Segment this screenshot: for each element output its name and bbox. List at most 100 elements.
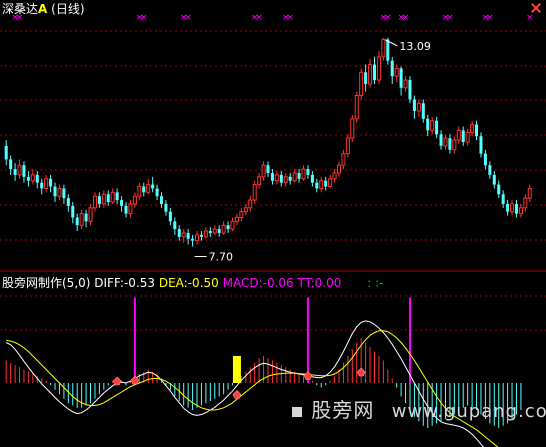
low-price-label: 7.70: [209, 251, 234, 264]
candle-body: [372, 64, 377, 81]
top-signal-markers: ×× ×× ×× ×× ×× ×× ×× ×× ×× ×: [11, 13, 533, 23]
candle-body: [523, 197, 528, 209]
chart-title: 深桑达A (日线): [2, 2, 85, 16]
candle-body: [181, 232, 186, 238]
stock-name: 深桑达: [2, 2, 39, 16]
candle-body: [332, 172, 337, 180]
candle-body: [9, 159, 13, 170]
cross-marker-icon: [303, 371, 313, 380]
top-marker: ×: [526, 13, 534, 23]
candle-body: [194, 234, 200, 242]
candle-body: [426, 118, 430, 131]
candle-body: [79, 213, 84, 226]
candle-body: [416, 102, 421, 112]
candle-body: [13, 169, 17, 175]
candle-body: [306, 169, 310, 175]
candle-body: [106, 194, 110, 202]
watermark-logo-icon: [292, 407, 302, 417]
candle-body: [328, 178, 333, 188]
candle-body: [88, 207, 93, 222]
stock-chart-window[interactable]: × × × × × × × × × × × × × × × × × × × 13.09 7.70 深桑达A (日线) …: [0, 0, 546, 447]
candle-body: [297, 172, 301, 179]
candle-body: [40, 182, 44, 189]
candle-body: [252, 184, 257, 201]
candle-body: [22, 165, 26, 177]
candle-body: [177, 229, 181, 237]
candle-body: [30, 174, 35, 182]
candle-body: [288, 176, 292, 181]
macd-value: MACD:-0.06: [222, 276, 294, 290]
candle-body: [497, 184, 501, 195]
candle-body: [44, 178, 49, 189]
candle-body: [475, 124, 479, 137]
candle-body: [173, 221, 177, 230]
candle-body: [257, 176, 262, 186]
candle-body: [243, 207, 248, 213]
cross-marker-icon: [356, 367, 366, 377]
candle-body: [261, 164, 266, 178]
candle-body: [212, 228, 217, 234]
candle-body: [310, 174, 314, 183]
candle-body: [341, 153, 346, 166]
candle-body: [26, 176, 30, 181]
candle-body: [266, 165, 270, 173]
chart-canvas[interactable]: ×× ×× ×× ×× ×× ×× ×× ×× ×× × 13.097.70: [0, 0, 546, 447]
candle-body: [110, 191, 115, 203]
candle-body: [66, 198, 70, 206]
candlestick-series[interactable]: [4, 37, 532, 247]
top-marker: ×: [486, 13, 494, 23]
indicator-dots: : :-: [367, 276, 384, 290]
candle-body: [368, 64, 373, 85]
candle-body: [412, 99, 416, 112]
candle-body: [506, 203, 510, 212]
signal-bar: [232, 356, 241, 383]
top-marker: ×: [184, 13, 192, 23]
candle-body: [483, 153, 487, 166]
indicator-lines: [5, 320, 499, 447]
candle-body: [315, 182, 319, 189]
top-marker: ×: [255, 13, 263, 23]
candle-body: [53, 186, 57, 197]
candle-body: [394, 67, 399, 77]
candle-body: [248, 199, 253, 209]
candle-body: [239, 211, 244, 218]
candle-body: [159, 196, 164, 204]
candle-body: [501, 194, 505, 204]
candle-body: [186, 232, 190, 239]
stock-suffix: A: [38, 2, 48, 16]
candle-body: [465, 131, 470, 143]
site-watermark: 股旁网 www.gupang.com: [290, 394, 546, 423]
candle-body: [101, 193, 106, 205]
top-marker: ×: [384, 13, 392, 23]
candle-body: [234, 216, 239, 222]
candle-body: [399, 68, 403, 88]
candle-body: [142, 186, 146, 193]
candle-body: [49, 178, 53, 187]
close-icon[interactable]: [530, 2, 542, 14]
candle-body: [435, 120, 439, 135]
candle-body: [137, 186, 142, 197]
candle-body: [430, 120, 435, 131]
candle-body: [403, 79, 408, 89]
watermark-cn: 股旁网: [311, 398, 375, 422]
indicator-name: 股旁网制作(5,0): [2, 276, 91, 290]
candle-body: [448, 138, 452, 150]
candle-body: [17, 164, 22, 176]
candle-body: [518, 207, 523, 215]
cross-marker-icon: [112, 376, 122, 386]
candle-body: [319, 180, 324, 189]
candle-body: [132, 195, 137, 205]
candle-body: [345, 137, 350, 155]
candle-body: [155, 188, 159, 197]
candle-body: [336, 164, 342, 174]
candle-body: [57, 187, 62, 197]
candle-body: [151, 184, 155, 189]
top-marker: ×: [286, 13, 294, 23]
candle-body: [386, 39, 390, 61]
top-marker: ×: [140, 13, 148, 23]
candle-body: [146, 184, 151, 193]
diff-value: DIFF:-0.53: [94, 276, 156, 290]
dea-line: [6, 330, 499, 447]
candle-body: [120, 200, 124, 206]
dea-value: DEA:-0.50: [158, 276, 219, 290]
